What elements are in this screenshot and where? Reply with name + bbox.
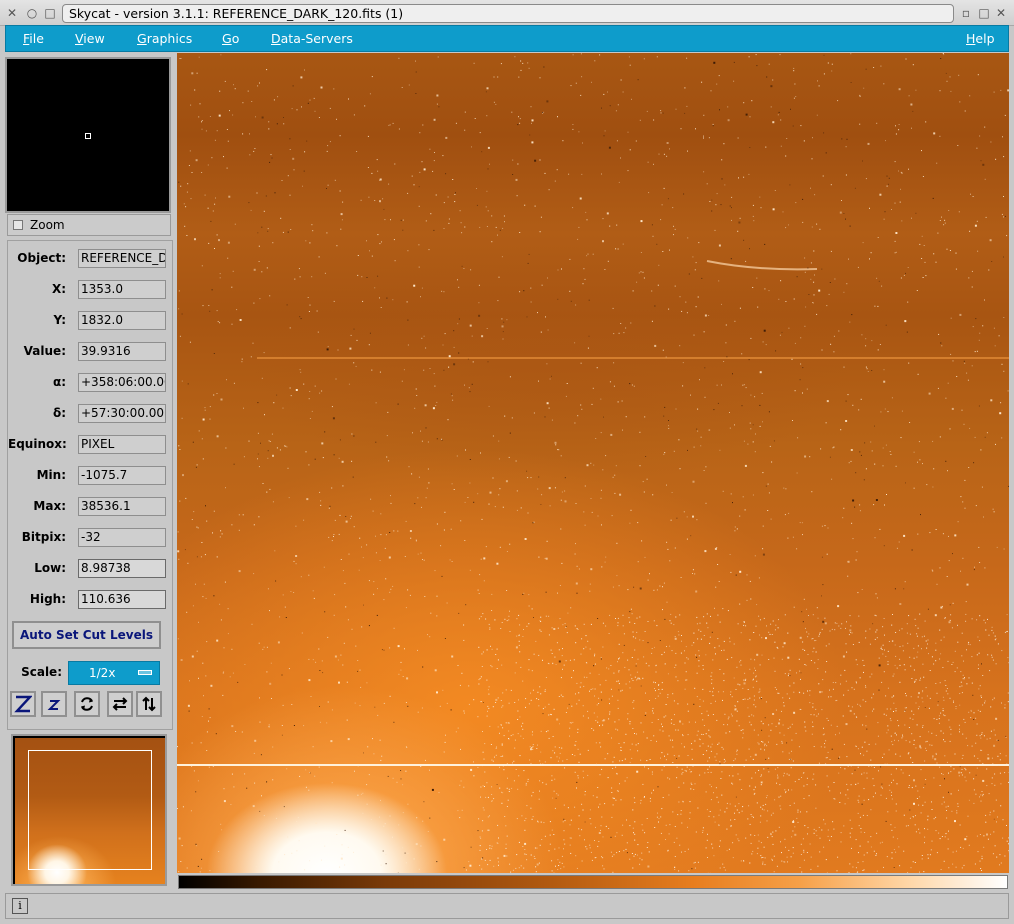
- rotate-icon: [81, 697, 93, 711]
- y-field: 1832.0: [78, 311, 166, 330]
- object-field: REFERENCE_DARK_120: [78, 249, 166, 268]
- flip-y-icon: [142, 696, 156, 712]
- alpha-label: α:: [52, 375, 66, 389]
- scale-label: Scale:: [21, 665, 62, 679]
- low-input[interactable]: 8.98738: [78, 559, 166, 578]
- iconify-icon[interactable]: ▫: [958, 5, 974, 21]
- info-panel: Object: REFERENCE_DARK_120 X: 1353.0 Y: …: [7, 240, 173, 730]
- close-icon[interactable]: ✕: [4, 5, 20, 21]
- max-field: 38536.1: [78, 497, 166, 516]
- high-label: High:: [29, 592, 66, 606]
- window-close-icon[interactable]: ✕: [993, 5, 1009, 21]
- option-menu-indicator-icon: [138, 670, 152, 675]
- delta-label: δ:: [52, 406, 66, 420]
- value-label: Value:: [23, 344, 66, 358]
- zoom-out-icon: [47, 700, 61, 710]
- colorbar[interactable]: [178, 875, 1008, 889]
- zoom-in-button[interactable]: [10, 691, 36, 717]
- bitpix-label: Bitpix:: [21, 530, 66, 544]
- scale-menu-button[interactable]: 1/2x: [68, 661, 160, 685]
- restore-icon[interactable]: □: [42, 5, 58, 21]
- x-field: 1353.0: [78, 280, 166, 299]
- max-label: Max:: [33, 499, 66, 513]
- zoom-out-button[interactable]: [41, 691, 67, 717]
- menu-help[interactable]: Help: [966, 31, 995, 46]
- object-label: Object:: [17, 251, 66, 265]
- min-field: -1075.7: [78, 466, 166, 485]
- menu-go[interactable]: Go: [222, 31, 239, 46]
- equinox-label: Equinox:: [8, 437, 67, 451]
- zoom-toggle[interactable]: Zoom: [7, 214, 171, 236]
- menu-bar: File View Graphics Go Data-Servers Help: [5, 25, 1009, 52]
- info-icon[interactable]: i: [12, 898, 28, 914]
- x-label: X:: [51, 282, 66, 296]
- rotate-button[interactable]: [74, 691, 100, 717]
- menu-view[interactable]: View: [75, 31, 105, 46]
- zoom-window: [5, 57, 171, 213]
- low-label: Low:: [34, 561, 66, 575]
- high-input[interactable]: 110.636: [78, 590, 166, 609]
- y-label: Y:: [53, 313, 66, 327]
- zoom-checkbox[interactable]: [13, 220, 23, 230]
- auto-set-cut-levels-button[interactable]: Auto Set Cut Levels: [12, 621, 161, 649]
- title-bar: ✕ ○ □ Skycat - version 3.1.1: REFERENCE_…: [0, 0, 1014, 26]
- zoom-cursor-marker: [85, 133, 91, 139]
- maximize-icon[interactable]: □: [976, 5, 992, 21]
- zoom-label: Zoom: [30, 218, 65, 232]
- scale-value: 1/2x: [89, 666, 116, 680]
- menu-file[interactable]: File: [23, 31, 44, 46]
- flip-x-button[interactable]: [107, 691, 133, 717]
- panner-view-box[interactable]: [28, 750, 152, 870]
- status-bar: i: [5, 893, 1009, 919]
- delta-field: +57:30:00.00: [78, 404, 166, 423]
- panner-window[interactable]: [11, 734, 167, 886]
- flip-x-icon: [112, 697, 128, 711]
- window-title: Skycat - version 3.1.1: REFERENCE_DARK_1…: [62, 4, 954, 23]
- image-detail-layer: [177, 53, 1009, 873]
- zoom-in-icon: [14, 695, 32, 713]
- alpha-field: +358:06:00.000: [78, 373, 166, 392]
- minimize-icon[interactable]: ○: [24, 5, 40, 21]
- value-field: 39.9316: [78, 342, 166, 361]
- flip-y-button[interactable]: [136, 691, 162, 717]
- min-label: Min:: [36, 468, 66, 482]
- equinox-field: PIXEL: [78, 435, 166, 454]
- bitpix-field: -32: [78, 528, 166, 547]
- menu-data-servers[interactable]: Data-Servers: [271, 31, 353, 46]
- menu-graphics[interactable]: Graphics: [137, 31, 192, 46]
- image-canvas[interactable]: [177, 53, 1009, 873]
